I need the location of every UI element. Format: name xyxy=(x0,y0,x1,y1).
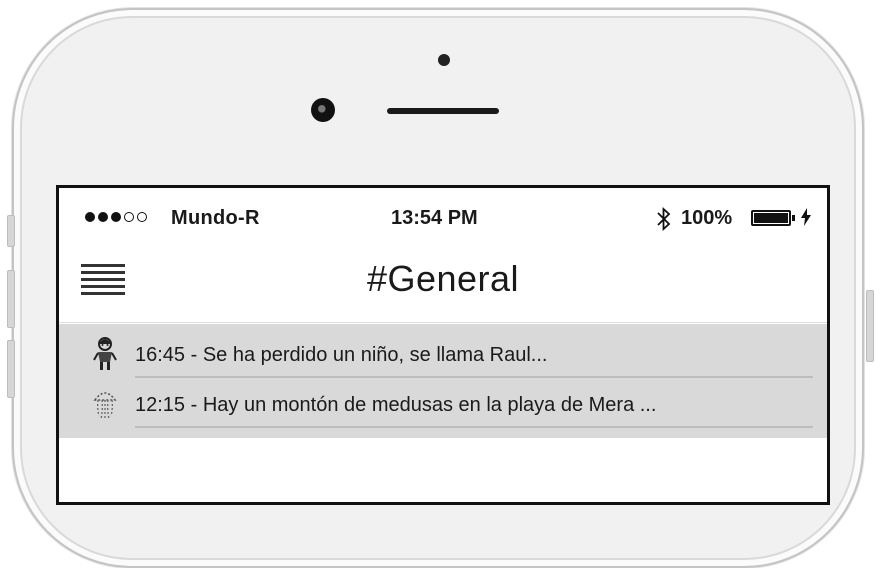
front-camera xyxy=(311,98,335,122)
bluetooth-icon xyxy=(655,206,673,237)
signal-strength-icon xyxy=(85,212,147,222)
status-bar: Mundo-R 13:54 PM 100% xyxy=(59,188,827,240)
feed-item-text: 16:45 - Se ha perdido un niño, se llama … xyxy=(135,344,548,366)
power-button xyxy=(866,290,874,362)
jellyfish-icon xyxy=(91,386,119,422)
phone-screen: Mundo-R 13:54 PM 100% #General 16:45 - S… xyxy=(56,185,830,505)
signal-dot xyxy=(85,212,95,222)
battery-icon xyxy=(751,210,791,226)
volume-down-button xyxy=(7,340,15,398)
proximity-sensor xyxy=(438,54,450,66)
mute-switch xyxy=(7,215,15,247)
feed-item-text: 12:15 - Hay un montón de medusas en la p… xyxy=(135,394,657,416)
signal-dot-empty xyxy=(137,212,147,222)
signal-dot xyxy=(98,212,108,222)
divider xyxy=(135,376,813,378)
lost-child-icon xyxy=(91,336,119,372)
battery-fill xyxy=(754,213,788,223)
volume-up-button xyxy=(7,270,15,328)
message-feed: 16:45 - Se ha perdido un niño, se llama … xyxy=(59,324,827,438)
feed-item[interactable]: 16:45 - Se ha perdido un niño, se llama … xyxy=(59,330,827,378)
divider xyxy=(135,426,813,428)
battery-tip xyxy=(792,215,795,221)
feed-item[interactable]: 12:15 - Hay un montón de medusas en la p… xyxy=(59,380,827,428)
signal-dot-empty xyxy=(124,212,134,222)
status-time: 13:54 PM xyxy=(391,207,478,229)
signal-dot xyxy=(111,212,121,222)
carrier-name: Mundo-R xyxy=(171,207,260,229)
page-title: #General xyxy=(366,258,520,299)
earpiece-speaker xyxy=(387,108,499,114)
battery-percentage: 100% xyxy=(681,207,733,229)
lightning-bolt-icon xyxy=(801,208,811,229)
nav-bar: #General xyxy=(59,240,827,323)
